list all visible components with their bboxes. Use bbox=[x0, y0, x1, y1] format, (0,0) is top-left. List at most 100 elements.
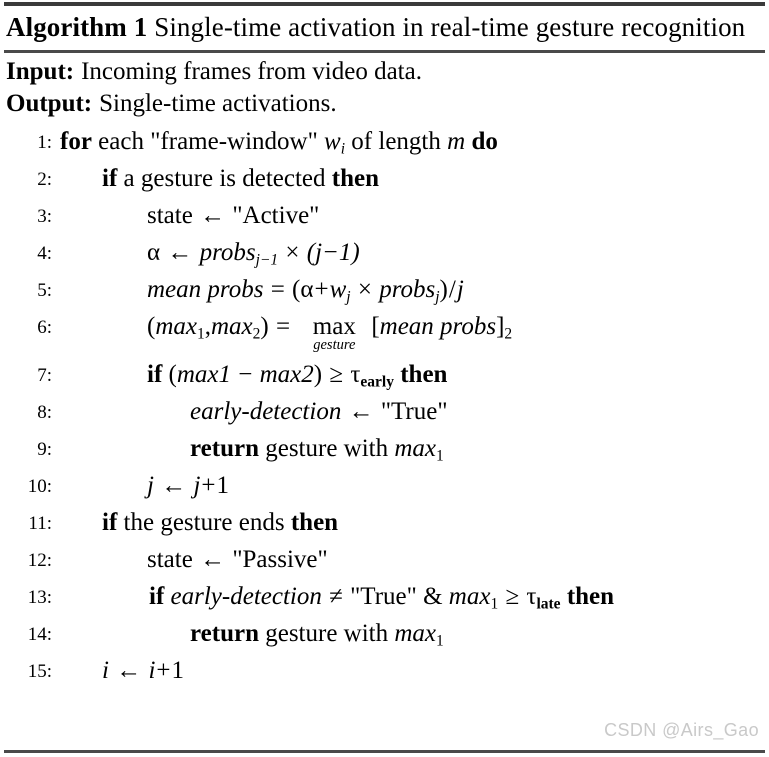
algorithm-line: 14: return gesture with max1 bbox=[4, 615, 765, 652]
output-value: Single-time activations. bbox=[99, 90, 337, 117]
line-text: the gesture ends bbox=[123, 509, 285, 536]
line-content: state ← "Active" bbox=[147, 197, 319, 234]
symbol-alpha: α bbox=[147, 239, 161, 266]
probs-subscript: j−1 bbox=[255, 251, 279, 269]
equals-operator: = bbox=[270, 276, 285, 303]
algorithm-title-number: 1 bbox=[133, 12, 148, 42]
algorithm-line: 3: state ← "Active" bbox=[4, 197, 765, 234]
assign-arrow-icon: ← bbox=[161, 472, 187, 499]
var-early-detection: early-detection bbox=[170, 583, 322, 610]
minus-operator: − bbox=[238, 361, 253, 388]
line-number: 2: bbox=[37, 169, 52, 190]
geq-operator: ≥ bbox=[329, 361, 344, 388]
geq-operator: ≥ bbox=[505, 583, 520, 610]
literal-one: 1 bbox=[171, 657, 185, 684]
assign-arrow-icon: ← bbox=[200, 202, 226, 229]
keyword-if: if bbox=[147, 361, 163, 388]
algorithm-line: 8: early-detection ← "True" bbox=[4, 393, 765, 430]
algorithm-line: 2: if a gesture is detected then bbox=[4, 160, 765, 197]
not-equal-operator: ≠ bbox=[329, 583, 343, 610]
line-number: 15: bbox=[27, 661, 52, 682]
line-number: 1: bbox=[37, 132, 52, 153]
literal-one: 1 bbox=[216, 472, 230, 499]
line-content: if a gesture is detected then bbox=[102, 160, 379, 197]
times-operator: × bbox=[285, 239, 300, 266]
line-number: 7: bbox=[37, 365, 52, 386]
line-number: 8: bbox=[37, 402, 52, 423]
tau-early-subscript: early bbox=[360, 373, 394, 391]
algorithm-line: 7: if (max1 − max2) ≥ τearly then bbox=[4, 356, 765, 393]
var-max1: max bbox=[394, 435, 437, 462]
keyword-if: if bbox=[102, 509, 118, 536]
line-text: gesture with bbox=[265, 620, 389, 647]
plus-operator: + bbox=[156, 657, 171, 684]
line-number: 10: bbox=[27, 476, 52, 497]
algorithm-title: Algorithm 1 Single-time activation in re… bbox=[4, 6, 765, 50]
times-operator: × bbox=[357, 276, 372, 303]
assign-arrow-icon: ← bbox=[200, 546, 226, 573]
arg-mean-probs: mean probs bbox=[379, 313, 497, 340]
line-content: (max1,max2) = max gesture [mean probs]2 bbox=[147, 313, 513, 353]
line-number: 12: bbox=[27, 550, 52, 571]
algorithm-line: 1: for each "frame-window" wi of length … bbox=[4, 123, 765, 160]
line-content: if the gesture ends then bbox=[102, 504, 338, 541]
value-true: "True" bbox=[380, 398, 448, 425]
var-max1: max1 bbox=[176, 361, 232, 388]
var-max2: max bbox=[210, 313, 253, 340]
max1-subscript: 1 bbox=[436, 632, 444, 650]
line-number: 11: bbox=[28, 513, 52, 534]
line-number: 13: bbox=[27, 587, 52, 608]
algorithm-line: 11: if the gesture ends then bbox=[4, 504, 765, 541]
equals-operator: = bbox=[275, 313, 291, 340]
var-max2: max2 bbox=[259, 361, 314, 388]
keyword-then: then bbox=[290, 509, 339, 536]
keyword-do: do bbox=[471, 128, 498, 155]
plus-operator: + bbox=[201, 472, 216, 499]
line-content: state ← "Passive" bbox=[147, 541, 328, 578]
watermark: CSDN @Airs_Gao bbox=[604, 720, 759, 740]
line-number: 5: bbox=[37, 280, 52, 301]
symbol-alpha: α bbox=[300, 276, 314, 303]
group-j-minus-1: (j−1) bbox=[306, 239, 360, 266]
var-m: m bbox=[447, 128, 466, 155]
assign-arrow-icon: ← bbox=[348, 398, 374, 425]
var-w: w bbox=[329, 276, 347, 303]
var-i: i bbox=[102, 657, 109, 684]
max1-subscript: 1 bbox=[436, 447, 444, 465]
symbol-tau: τ bbox=[350, 361, 361, 388]
line-number: 4: bbox=[37, 243, 52, 264]
keyword-then: then bbox=[400, 361, 448, 388]
keyword-return: return bbox=[190, 620, 259, 647]
assign-lhs: state bbox=[147, 202, 193, 229]
line-number: 14: bbox=[27, 624, 52, 645]
line-number: 6: bbox=[37, 317, 52, 338]
algorithm-title-text: Single-time activation in real-time gest… bbox=[154, 12, 746, 42]
max1-subscript: 1 bbox=[196, 325, 205, 343]
line-number: 3: bbox=[37, 206, 52, 227]
algorithm-block: Algorithm 1 Single-time activation in re… bbox=[0, 2, 769, 757]
fn-probs: probs bbox=[379, 276, 436, 303]
plus-operator: + bbox=[314, 276, 329, 303]
keyword-if: if bbox=[102, 165, 118, 192]
assign-rhs: "Passive" bbox=[232, 546, 328, 573]
max-operator: max gesture bbox=[297, 314, 371, 353]
algorithm-line: 12: state ← "Passive" bbox=[4, 541, 765, 578]
line-content: early-detection ← "True" bbox=[190, 393, 448, 430]
var-mean-probs: mean probs bbox=[147, 276, 264, 303]
keyword-return: return bbox=[190, 435, 259, 462]
algorithm-line: 4: α ← probsj−1 × (j−1) bbox=[4, 234, 765, 271]
assign-arrow-icon: ← bbox=[116, 657, 142, 684]
algorithm-title-keyword: Algorithm bbox=[6, 12, 127, 42]
var-max1: max bbox=[448, 583, 491, 610]
algorithm-line: 13: if early-detection ≠ "True" & max1 ≥… bbox=[4, 578, 765, 615]
divide-operator: / bbox=[448, 276, 456, 303]
line-content: j ← j+1 bbox=[147, 467, 229, 504]
var-w-subscript: i bbox=[340, 140, 346, 158]
max1-subscript: 1 bbox=[490, 595, 499, 613]
arg-subscript: 2 bbox=[504, 325, 513, 343]
input-value: Incoming frames from video data. bbox=[81, 58, 422, 85]
assign-lhs: state bbox=[147, 546, 193, 573]
max-operator-subscript: gesture bbox=[313, 337, 356, 353]
value-true: "True" bbox=[350, 583, 417, 610]
algorithm-line: 9: return gesture with max1 bbox=[4, 430, 765, 467]
